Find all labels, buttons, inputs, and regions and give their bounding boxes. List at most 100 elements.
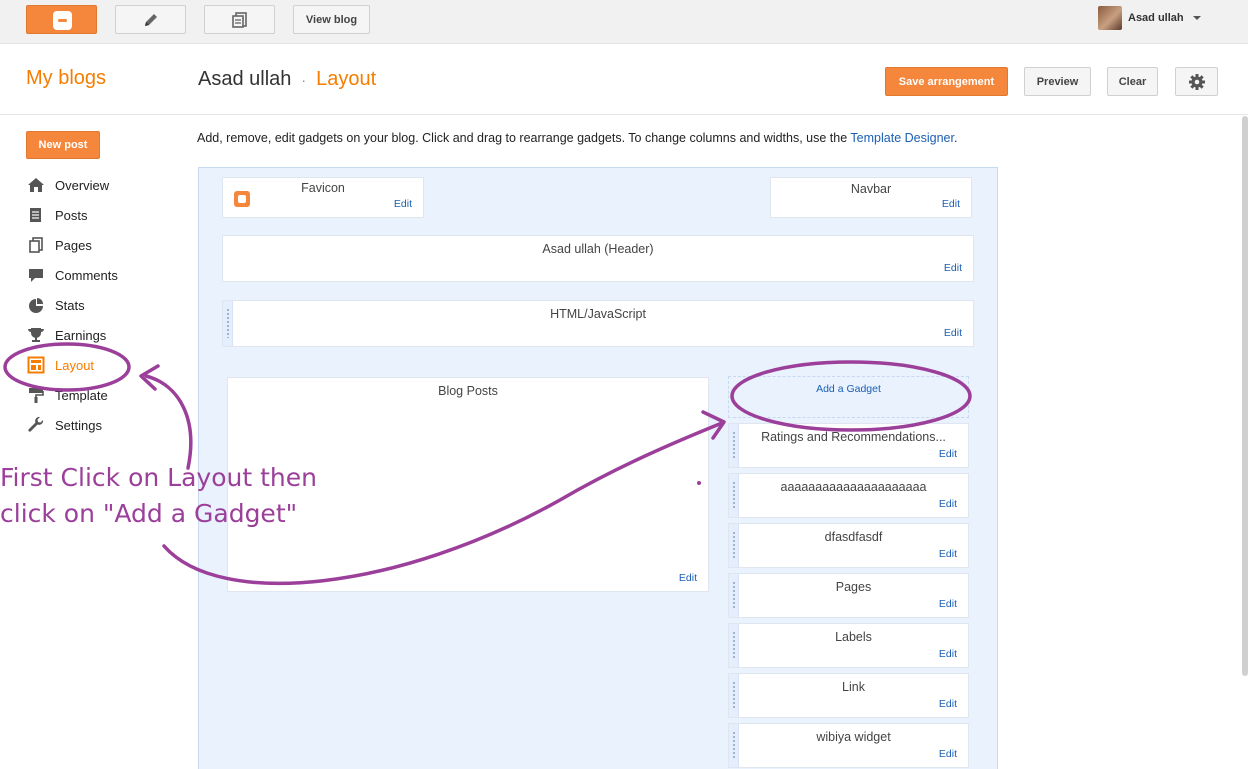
- gadget-wibiya-widget[interactable]: wibiya widget Edit: [728, 723, 969, 768]
- gadget-link[interactable]: Link Edit: [728, 673, 969, 718]
- sidebar-item-pages[interactable]: Pages: [26, 230, 118, 260]
- pencil-icon: [144, 13, 157, 26]
- user-name: Asad ullah: [1128, 12, 1184, 24]
- gadget-title: aaaaaaaaaaaaaaaaaaaaa: [780, 480, 927, 494]
- sidebar-item-label: Stats: [55, 297, 85, 313]
- edit-link[interactable]: Edit: [944, 262, 962, 274]
- add-gadget-link[interactable]: Add a Gadget: [728, 376, 969, 418]
- gadget-labels[interactable]: Labels Edit: [728, 623, 969, 668]
- gadget-title: Asad ullah (Header): [542, 242, 654, 256]
- paint-roller-icon: [26, 385, 46, 405]
- account-menu[interactable]: Asad ullah: [1098, 6, 1201, 30]
- pie-chart-icon: [26, 295, 46, 315]
- posts-icon: [26, 205, 46, 225]
- layout-icon: [26, 355, 46, 375]
- sidebar-item-label: Pages: [55, 237, 92, 253]
- sidebar-item-label: Earnings: [55, 327, 107, 343]
- page-scrollbar[interactable]: [1242, 116, 1248, 676]
- page-header: My blogs Asad ullah · Layout Save arrang…: [0, 45, 1248, 115]
- edit-link[interactable]: Edit: [942, 198, 960, 210]
- blogger-logo-button[interactable]: [26, 5, 97, 34]
- edit-link[interactable]: Edit: [394, 198, 412, 210]
- comment-icon: [26, 265, 46, 285]
- gadget-title: Navbar: [850, 182, 892, 196]
- gadget-title: wibiya widget: [816, 730, 891, 744]
- gadget-aaaa[interactable]: aaaaaaaaaaaaaaaaaaaaa Edit: [728, 473, 969, 518]
- avatar: [1098, 6, 1122, 30]
- settings-button[interactable]: [1175, 67, 1218, 96]
- blog-name[interactable]: Asad ullah: [198, 68, 291, 91]
- breadcrumb: Asad ullah · Layout: [198, 68, 376, 91]
- drag-handle[interactable]: [729, 674, 739, 717]
- layout-description: Add, remove, edit gadgets on your blog. …: [197, 131, 957, 145]
- edit-link[interactable]: Edit: [939, 648, 957, 660]
- annotation-line-2: click on "Add a Gadget": [0, 499, 298, 528]
- edit-link[interactable]: Edit: [944, 327, 962, 339]
- sidebar-item-label: Settings: [55, 417, 102, 433]
- drag-handle[interactable]: [729, 424, 739, 467]
- edit-link[interactable]: Edit: [939, 448, 957, 460]
- arrow-to-layout: [144, 374, 193, 470]
- sidebar-item-overview[interactable]: Overview: [26, 170, 118, 200]
- gadget-dfasdfasdf[interactable]: dfasdfasdf Edit: [728, 523, 969, 568]
- chevron-down-icon: [1192, 16, 1201, 20]
- sidebar-item-label: Template: [55, 387, 108, 403]
- gadget-html-javascript[interactable]: HTML/JavaScript Edit: [222, 300, 974, 347]
- gadget-title: Ratings and Recommendations...: [761, 430, 946, 444]
- gadget-favicon[interactable]: Favicon Edit: [222, 177, 424, 218]
- blogger-logo-icon: [53, 11, 72, 30]
- gear-icon: [1188, 73, 1205, 90]
- new-post-pencil-button[interactable]: [115, 5, 186, 34]
- arrow-to-layout-head: [139, 364, 160, 391]
- home-icon: [26, 175, 46, 195]
- sidebar-item-template[interactable]: Template: [26, 380, 118, 410]
- sidebar-item-label: Layout: [55, 357, 95, 373]
- my-blogs-link[interactable]: My blogs: [26, 67, 106, 90]
- gadget-ratings[interactable]: Ratings and Recommendations... Edit: [728, 423, 969, 468]
- clear-button[interactable]: Clear: [1107, 67, 1158, 96]
- gadget-title: Pages: [835, 580, 872, 594]
- breadcrumb-separator: ·: [301, 71, 307, 88]
- gadget-title: dfasdfasdf: [824, 530, 883, 544]
- gadget-navbar[interactable]: Navbar Edit: [770, 177, 972, 218]
- gadget-title: Favicon: [301, 181, 345, 195]
- edit-link[interactable]: Edit: [939, 698, 957, 710]
- gadget-header[interactable]: Asad ullah (Header) Edit: [222, 235, 974, 282]
- posts-list-button[interactable]: [204, 5, 275, 34]
- save-arrangement-button[interactable]: Save arrangement: [885, 67, 1008, 96]
- new-post-button[interactable]: New post: [26, 131, 100, 159]
- blogger-layout-page: View blog Asad ullah My blogs Asad ullah…: [0, 0, 1248, 769]
- gadget-title: HTML/JavaScript: [550, 307, 646, 321]
- sidebar-item-label: Comments: [55, 267, 118, 283]
- view-blog-button[interactable]: View blog: [293, 5, 370, 34]
- top-bar: View blog Asad ullah: [0, 0, 1248, 44]
- preview-button[interactable]: Preview: [1024, 67, 1091, 96]
- annotation-line-1: First Click on Layout then: [0, 463, 317, 492]
- sidebar-item-label: Posts: [55, 207, 88, 223]
- sidebar-item-earnings[interactable]: Earnings: [26, 320, 118, 350]
- template-designer-link[interactable]: Template Designer: [850, 131, 954, 145]
- gadget-pages[interactable]: Pages Edit: [728, 573, 969, 618]
- sidebar-item-comments[interactable]: Comments: [26, 260, 118, 290]
- pages-icon: [26, 235, 46, 255]
- drag-handle[interactable]: [729, 624, 739, 667]
- sidebar-item-settings[interactable]: Settings: [26, 410, 118, 440]
- drag-handle[interactable]: [729, 474, 739, 517]
- edit-link[interactable]: Edit: [939, 748, 957, 760]
- edit-link[interactable]: Edit: [679, 572, 697, 584]
- gadget-title: Link: [842, 680, 865, 694]
- posts-list-icon: [231, 11, 247, 28]
- wrench-icon: [26, 415, 46, 435]
- gadget-title: Labels: [835, 630, 872, 644]
- drag-handle[interactable]: [729, 724, 739, 767]
- description-text: Add, remove, edit gadgets on your blog. …: [197, 131, 851, 145]
- sidebar-item-posts[interactable]: Posts: [26, 200, 118, 230]
- page-title: Layout: [316, 68, 377, 90]
- edit-link[interactable]: Edit: [939, 548, 957, 560]
- drag-handle[interactable]: [729, 524, 739, 567]
- sidebar-item-stats[interactable]: Stats: [26, 290, 118, 320]
- drag-handle[interactable]: [729, 574, 739, 617]
- edit-link[interactable]: Edit: [939, 498, 957, 510]
- sidebar-item-layout[interactable]: Layout: [26, 350, 118, 380]
- edit-link[interactable]: Edit: [939, 598, 957, 610]
